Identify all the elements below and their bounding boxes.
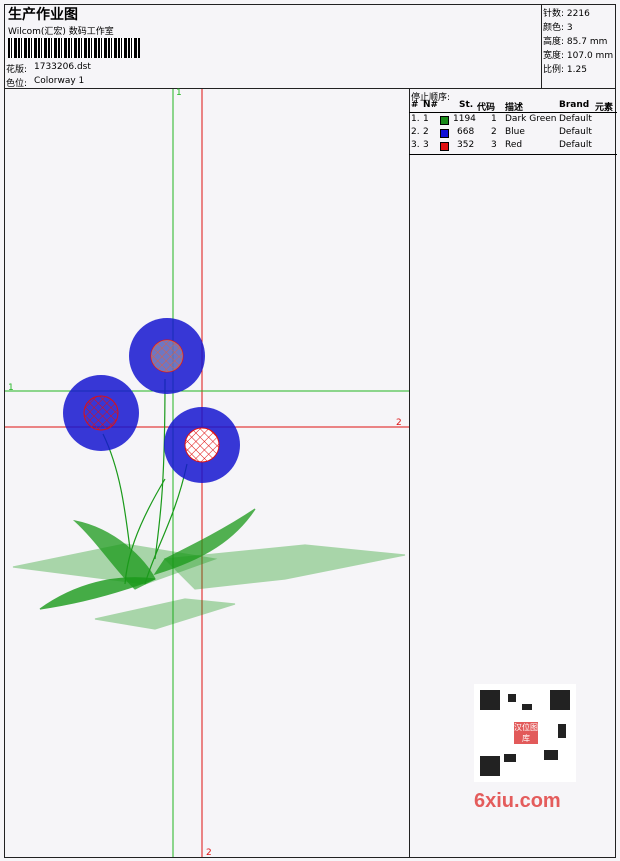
table-row[interactable]: 3. 3 352 3 Red Default (409, 140, 617, 153)
col-brand: Brand (559, 100, 590, 110)
guide-label-green-h: 1 (8, 383, 14, 393)
table-row[interactable]: 2. 2 668 2 Blue Default (409, 127, 617, 140)
colorway-value: Colorway 1 (34, 76, 85, 86)
guide-label-red-v: 2 (206, 848, 212, 858)
stat-stitches: 针数: 2216 (543, 9, 590, 19)
stat-scale: 比例: 1.25 (543, 65, 587, 75)
table-row[interactable]: 1. 1 1194 1 Dark Green Default (409, 114, 617, 127)
stat-colors: 颜色: 3 (543, 23, 573, 33)
qr-seal: 汉位图库 (514, 722, 538, 744)
col-hash: # (411, 100, 419, 110)
stats-divider (541, 4, 542, 88)
flower-left (63, 375, 139, 451)
page-title: 生产作业图 (8, 7, 78, 23)
design-label: 花版: (6, 65, 28, 75)
col-n: N# (423, 100, 439, 110)
color-swatch (440, 116, 449, 125)
watermark-text: 6xiu.com (474, 790, 561, 812)
color-swatch (440, 129, 449, 138)
company-name: Wilcom(汇宏) 数码工作室 (8, 27, 114, 37)
design-file: 1733206.dst (34, 62, 91, 72)
stat-width: 宽度: 107.0 mm (543, 51, 614, 61)
flower-top (129, 318, 205, 394)
stat-height: 高度: 85.7 mm (543, 37, 608, 47)
col-st: St. (459, 100, 474, 110)
barcode (8, 38, 140, 58)
color-swatch (440, 142, 449, 151)
guide-label-red-h: 2 (396, 418, 402, 428)
guide-label-green-v: 1 (176, 88, 182, 98)
panel-divider (409, 88, 410, 858)
flower-right (164, 407, 240, 483)
qr-code: 汉位图库 (474, 684, 576, 782)
design-canvas (5, 89, 409, 857)
